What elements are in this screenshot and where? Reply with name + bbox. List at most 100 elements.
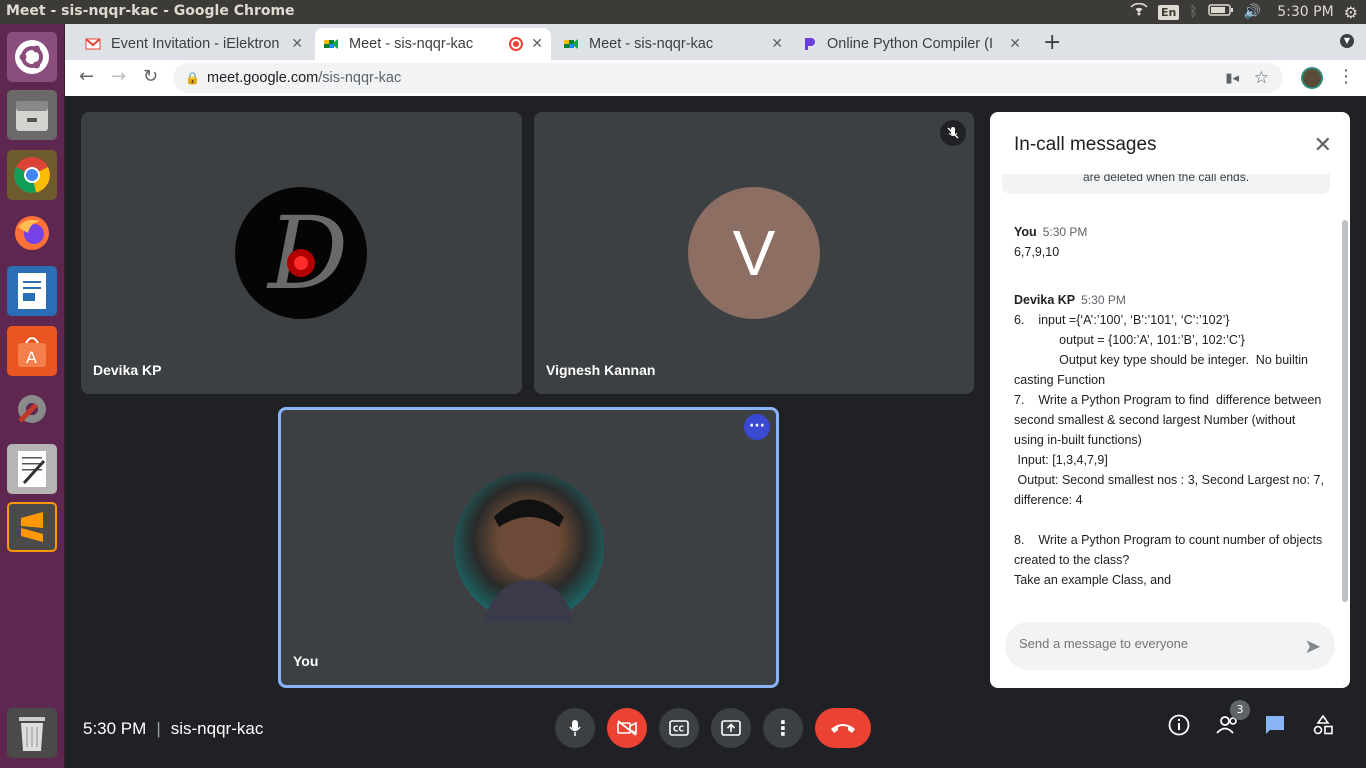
chat-scrollbar[interactable] [1342, 220, 1348, 602]
avatar-initial: V [732, 217, 776, 289]
address-bar[interactable]: 🔒 meet.google.com/sis-nqqr-kac ▮◂ ☆ [173, 63, 1283, 93]
tab-event-invitation[interactable]: Event Invitation - iElektron ✕ [77, 28, 311, 60]
url-path: /sis-nqqr-kac [318, 70, 402, 86]
chat-icon[interactable] [1264, 714, 1286, 742]
message-line: Take an example Class, and [1014, 573, 1172, 587]
url-domain: meet.google.com [207, 70, 319, 86]
bluetooth-icon[interactable]: ᛒ [1189, 4, 1197, 20]
people-count-badge: 3 [1230, 700, 1250, 720]
text-editor-icon[interactable] [7, 444, 57, 494]
mic-button[interactable] [555, 708, 595, 748]
keyboard-layout-indicator[interactable]: En [1158, 4, 1180, 20]
battery-icon[interactable] [1208, 4, 1234, 20]
message: You 5:30 PM 6,7,9,10 [1014, 222, 1326, 262]
chrome-icon[interactable] [7, 150, 57, 200]
captions-button[interactable]: CC [659, 708, 699, 748]
toolbar: ← → ↻ 🔒 meet.google.com/sis-nqqr-kac ▮◂ … [65, 60, 1366, 96]
window-titlebar: Meet - sis-nqqr-kac - Google Chrome En ᛒ… [0, 0, 1366, 24]
wifi-icon[interactable] [1130, 2, 1148, 21]
camera-off-button[interactable] [607, 708, 647, 748]
more-options-icon[interactable]: ··· [744, 414, 770, 440]
present-button[interactable] [711, 708, 751, 748]
participant-tile-vignesh[interactable]: V Vignesh Kannan [534, 112, 974, 394]
message-line: Output key type should be integer. No bu… [1014, 353, 1312, 387]
message-sender: Devika KP [1014, 293, 1076, 307]
menu-icon[interactable]: ⋮ [1337, 66, 1355, 87]
camera-icon[interactable]: ▮◂ [1225, 63, 1239, 93]
tab-meet-active[interactable]: Meet - sis-nqqr-kac ✕ [315, 28, 551, 60]
more-options-button[interactable]: ⋮ [763, 708, 803, 748]
mic-icon [569, 720, 581, 736]
meeting-code: sis-nqqr-kac [170, 719, 264, 738]
tab-search-icon[interactable]: ▼ [1340, 34, 1354, 48]
browser-chrome: Event Invitation - iElektron ✕ Meet - si… [65, 24, 1366, 96]
system-tray: En ᛒ 🔊 5:30 PM ⚙ [1130, 0, 1366, 24]
notice-text: are deleted when the call ends. [1082, 174, 1250, 184]
tab-close-icon[interactable]: ✕ [1009, 35, 1021, 52]
chat-notice: are deleted when the call ends. [1002, 174, 1330, 194]
info-icon[interactable] [1168, 714, 1190, 742]
unity-launcher: A [0, 24, 65, 768]
tab-label: Event Invitation - iElektron [111, 36, 280, 52]
send-icon[interactable]: ➤ [1304, 634, 1321, 659]
chat-panel: In-call messages ✕ are deleted when the … [990, 112, 1350, 688]
close-icon[interactable]: ✕ [1314, 132, 1332, 158]
meet-icon [564, 39, 578, 49]
leave-call-button[interactable] [815, 708, 871, 748]
message-time: 5:30 PM [1081, 293, 1126, 307]
lock-icon[interactable]: 🔒 [185, 63, 200, 93]
recording-indicator [509, 37, 523, 51]
trash-icon[interactable] [7, 708, 57, 758]
message-sender: You [1014, 225, 1037, 239]
avatar: D [235, 187, 367, 319]
message-line: 6. input ={‘A’:’100’, ‘B’:’101’, ‘C’:’10… [1014, 313, 1230, 327]
message-line: Input: [1,3,4,7,9] [1014, 453, 1108, 467]
tab-close-icon[interactable]: ✕ [291, 35, 303, 52]
sublime-icon[interactable] [7, 502, 57, 552]
message-line: 6,7,9,10 [1014, 245, 1060, 259]
software-center-icon[interactable]: A [7, 326, 57, 376]
system-clock[interactable]: 5:30 PM [1277, 4, 1333, 20]
svg-text:A: A [26, 348, 37, 367]
new-tab-icon[interactable]: + [1043, 30, 1061, 55]
tab-close-icon[interactable]: ✕ [531, 35, 543, 52]
message-list: You 5:30 PM 6,7,9,10 Devika KP 5:30 PM 6. … [1014, 222, 1326, 590]
hangup-icon [831, 724, 855, 733]
message-line: Output: Second smallest nos : 3, Second … [1014, 473, 1328, 507]
participant-tile-you[interactable]: ··· You [278, 407, 779, 688]
tab-close-icon[interactable]: ✕ [771, 35, 783, 52]
volume-icon[interactable]: 🔊 [1244, 4, 1261, 20]
writer-icon[interactable] [7, 266, 57, 316]
meeting-controls-bar: 5:30 PM | sis-nqqr-kac CC ⋮ [65, 696, 1366, 768]
participant-name: Devika KP [93, 362, 162, 378]
activities-icon[interactable] [1312, 714, 1334, 742]
files-icon[interactable] [7, 90, 57, 140]
message-line: 8. Write a Python Program to count numbe… [1014, 533, 1326, 567]
message-line: output = {100:’A’, 101:’B’, 102:’C’} [1014, 333, 1245, 347]
participant-tile-devika[interactable]: D Devika KP [81, 112, 522, 394]
tab-meet-2[interactable]: Meet - sis-nqqr-kac ✕ [555, 28, 791, 60]
chat-title: In-call messages [1014, 134, 1157, 155]
chat-input[interactable] [1019, 636, 1279, 651]
tab-label: Meet - sis-nqqr-kac [349, 36, 474, 52]
back-icon[interactable]: ← [79, 66, 94, 87]
programiz-icon [805, 38, 815, 50]
meet-area: D Devika KP V Vignesh Kannan ··· You In-… [65, 96, 1366, 768]
bookmark-star-icon[interactable]: ☆ [1254, 63, 1269, 93]
chat-input-box[interactable]: ➤ [1005, 622, 1335, 670]
gmail-icon [85, 38, 101, 50]
camera-off-icon [617, 720, 637, 736]
message-time: 5:30 PM [1042, 225, 1088, 239]
settings-icon[interactable] [7, 384, 57, 434]
forward-icon[interactable]: → [111, 66, 126, 87]
power-gear-icon[interactable]: ⚙ [1344, 3, 1358, 22]
message: Devika KP 5:30 PM 6. input ={‘A’:’100’, ‘… [1014, 290, 1326, 590]
ubuntu-icon[interactable] [7, 32, 57, 82]
tab-python-compiler[interactable]: Online Python Compiler (I ✕ [793, 28, 1029, 60]
firefox-icon[interactable] [7, 208, 57, 258]
profile-avatar[interactable] [1301, 67, 1323, 89]
avatar [454, 472, 604, 622]
reload-icon[interactable]: ↻ [143, 66, 158, 87]
present-icon [721, 720, 741, 736]
tab-label: Meet - sis-nqqr-kac [589, 36, 714, 52]
